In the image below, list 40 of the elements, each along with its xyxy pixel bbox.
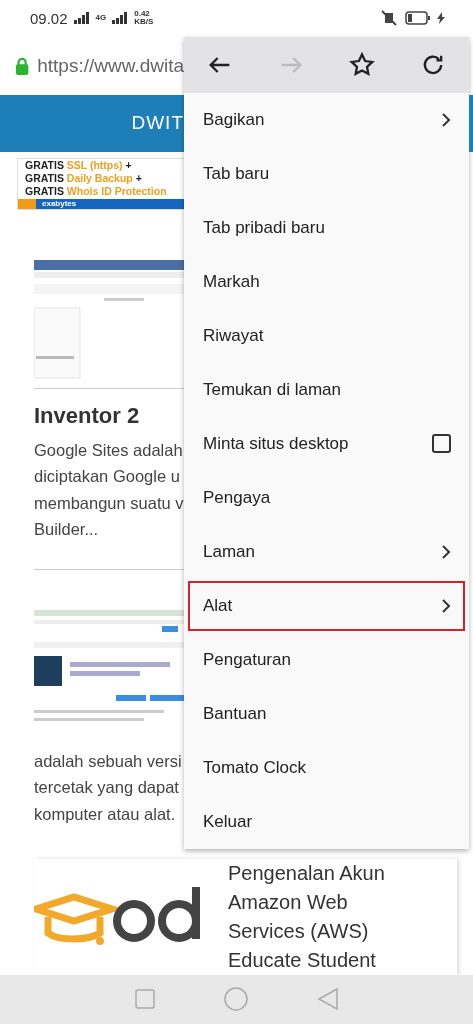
site-title: DWIT [131, 112, 184, 135]
data-speed: 0.42 [134, 10, 151, 19]
post-title[interactable]: Inventor 2 [34, 402, 184, 429]
menu-item[interactable]: Minta situs desktop [188, 418, 465, 469]
post-card[interactable]: Pengenalan Akun Amazon Web Services (AWS) Educate Student [34, 858, 457, 975]
ad-brand: exabytes [41, 199, 77, 209]
signal-icon [73, 12, 90, 25]
ad-text: GRATIS Daily Backup + [24, 171, 143, 184]
chevron-icon [441, 543, 451, 560]
ad-banner[interactable]: GRATIS SSL (https) + GRATIS Daily Backup + GRATIS Whois ID Protection exabytes [17, 157, 184, 210]
ad-text: GRATIS SSL (https) + [24, 158, 133, 171]
chevron-icon [441, 111, 451, 128]
url-text[interactable]: https://www.dwita [37, 54, 184, 77]
menu-item[interactable]: Keluar [188, 796, 465, 847]
post-excerpt: Google Sites adalah diciptakan Google u membangun suatu v Builder... [34, 439, 184, 541]
menu-item[interactable]: Tab pribadi baru [188, 202, 465, 253]
menu-item[interactable]: Alat [188, 580, 465, 631]
menu-item[interactable]: Markah [188, 256, 465, 307]
chevron-icon [441, 597, 451, 614]
menu-item[interactable]: Pengaya [188, 472, 465, 523]
star-icon [348, 50, 377, 79]
menu-item[interactable]: Temukan di laman [188, 364, 465, 415]
time: 09.02 [30, 9, 68, 27]
signal-icon [112, 12, 129, 25]
checkbox[interactable] [432, 434, 451, 454]
speed-unit: KB/S [134, 18, 154, 27]
menu-item[interactable]: Bantuan [188, 688, 465, 739]
menu-item[interactable]: Riwayat [188, 310, 465, 361]
menu-item[interactable]: Bagikan [188, 94, 465, 145]
post-title[interactable]: Pengenalan Akun Amazon Web Services (AWS) Educate Student [228, 858, 385, 975]
post-excerpt: adalah sebuah versi tercetak yang dapat komputer atau alat. [34, 750, 183, 825]
lock-icon [15, 55, 30, 76]
menu-item[interactable]: Tomato Clock [188, 742, 465, 793]
ad-text: GRATIS Whois ID Protection [24, 185, 168, 198]
menu-item[interactable]: Tab baru [188, 148, 465, 199]
menu-item[interactable]: Laman [188, 526, 465, 577]
menu-item[interactable]: Pengaturan [188, 634, 465, 685]
network-type: 4G [95, 14, 107, 23]
charging-icon [437, 12, 445, 25]
battery-icon [405, 11, 431, 26]
